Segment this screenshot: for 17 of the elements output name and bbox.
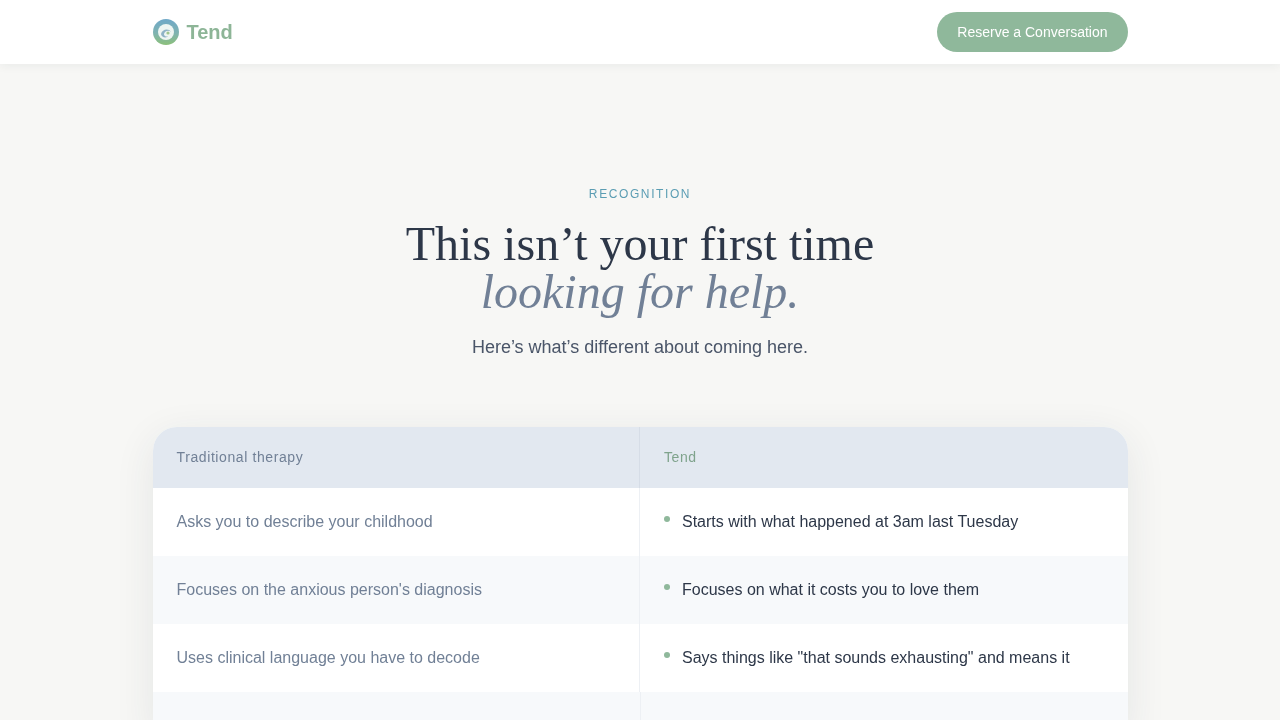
bullet-icon <box>664 652 670 658</box>
section-eyebrow: RECOGNITION <box>587 186 693 203</box>
column-header: Tend <box>640 427 1128 488</box>
table-cell: Uses clinical language you have to decode <box>152 624 640 692</box>
bullet-icon <box>664 584 670 590</box>
table-cell: Focuses on the anxious person's diagnosis <box>152 556 640 624</box>
column-header: Traditional therapy <box>152 427 640 488</box>
heading-line: This isn’t your first time <box>404 220 876 268</box>
logo-icon[interactable] <box>152 19 179 45</box>
cell-text: Starts with what happened at 3am last Tuesday <box>682 512 1019 532</box>
reserve-button[interactable]: Reserve a Conversation <box>937 12 1128 52</box>
cell-text: Says things like "that sounds exhausting" and means it <box>682 648 1070 668</box>
brand-name[interactable]: Tend <box>186 20 233 44</box>
table-cell: Asks you to describe your childhood <box>152 488 640 556</box>
hero-subtitle: Here’s what’s different about coming here. <box>470 336 810 359</box>
bullet-icon <box>664 516 670 522</box>
cell-text: Focuses on what it costs you to love them <box>682 580 980 600</box>
